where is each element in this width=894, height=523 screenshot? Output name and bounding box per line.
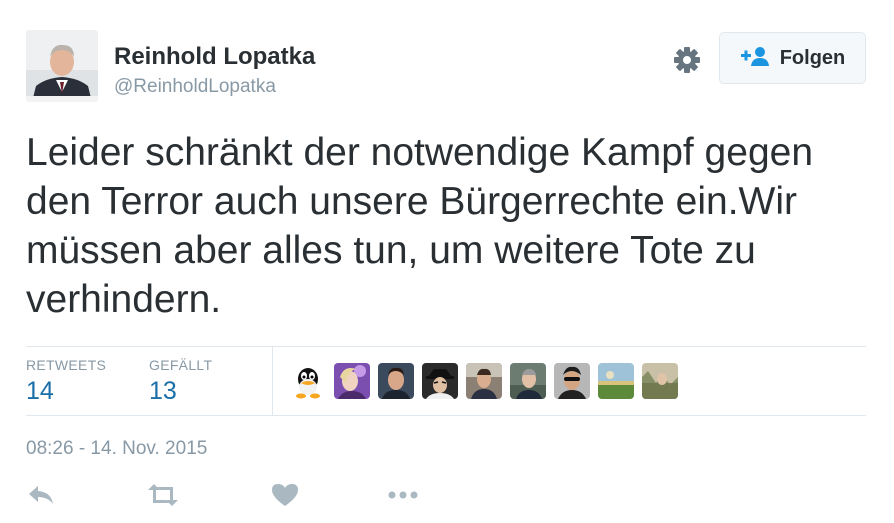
retweet-icon[interactable] [146,482,180,512]
retweets-count: 14 [26,377,54,405]
author-name[interactable]: Reinhold Lopatka [114,43,315,71]
more-icon[interactable] [386,482,420,512]
add-user-icon [740,45,770,72]
likes-stat[interactable]: GEFÄLLT 13 [149,357,212,406]
author-handle[interactable]: @ReinholdLopatka [114,76,276,98]
person-avatar[interactable] [554,363,590,399]
liker-avatars [290,363,678,399]
retweets-stat[interactable]: RETWEETS 14 [26,357,106,406]
landscape-avatar[interactable] [642,363,678,399]
author-avatar[interactable] [26,30,98,102]
landscape-avatar[interactable] [598,363,634,399]
person-avatar[interactable] [422,363,458,399]
person-avatar[interactable] [334,363,370,399]
stats-divider [272,347,273,415]
person-avatar[interactable] [466,363,502,399]
stats-bar: RETWEETS 14 GEFÄLLT 13 [26,346,866,416]
heart-icon[interactable] [270,482,304,512]
likes-label: GEFÄLLT [149,357,213,373]
likes-count: 13 [149,377,177,405]
person-avatar[interactable] [510,363,546,399]
tweet-text: Leider schränkt der notwendige Kampf geg… [26,131,814,321]
reply-icon[interactable] [26,482,60,512]
follow-button[interactable]: Folgen [719,32,866,84]
follow-label: Folgen [779,46,846,69]
duck-avatar[interactable] [290,363,326,399]
gear-icon[interactable] [671,44,703,76]
tweet-timestamp[interactable]: 08:26 - 14. Nov. 2015 [26,438,207,460]
retweets-label: RETWEETS [26,357,107,373]
person-avatar[interactable] [378,363,414,399]
